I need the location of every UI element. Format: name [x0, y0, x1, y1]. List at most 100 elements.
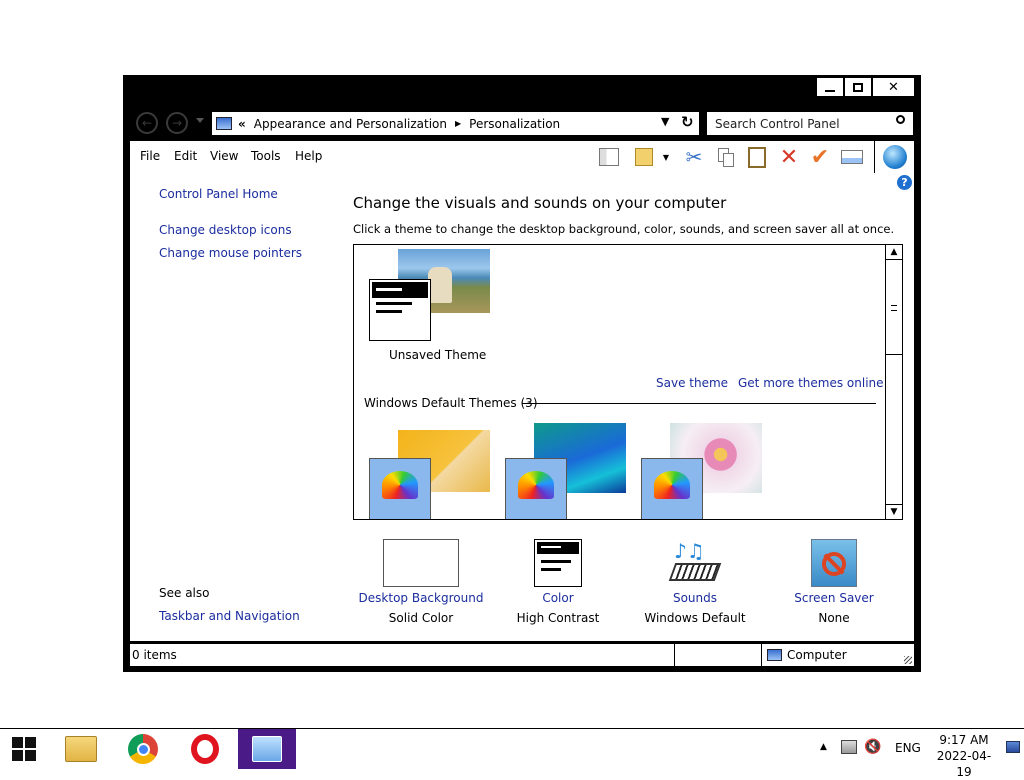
- page-title: Change the visuals and sounds on your co…: [353, 194, 727, 212]
- search-box[interactable]: Search Control Panel: [707, 112, 913, 135]
- maximize-button[interactable]: [844, 77, 872, 97]
- computer-icon: [767, 649, 782, 661]
- folder-options-dropdown[interactable]: ▼: [660, 146, 672, 168]
- change-desktop-icons-link[interactable]: Change desktop icons: [159, 223, 292, 237]
- desktop-background-item[interactable]: Desktop Background Solid Color: [351, 539, 491, 625]
- dog-figure: [428, 267, 452, 303]
- sounds-item[interactable]: ♪♫ Sounds Windows Default: [625, 539, 765, 625]
- scissors-icon: ✂: [685, 145, 703, 169]
- back-arrow-icon: ←: [141, 116, 153, 130]
- control-panel-icon: [252, 736, 282, 762]
- scroll-up-button[interactable]: ▲: [886, 245, 902, 260]
- network-icon[interactable]: [841, 740, 857, 754]
- scroll-thumb[interactable]: [886, 261, 902, 355]
- color-item[interactable]: Color High Contrast: [488, 539, 628, 625]
- properties-button[interactable]: ✔: [808, 144, 832, 170]
- taskbar-opera[interactable]: [176, 729, 234, 769]
- scroll-down-button[interactable]: ▼: [886, 504, 902, 519]
- globe-icon: [883, 145, 907, 169]
- breadcrumb-prefix[interactable]: «: [238, 117, 246, 131]
- help-icon[interactable]: ?: [897, 175, 912, 190]
- menu-bar: File Edit View Tools Help ▼ ✂ ✕ ✔: [130, 141, 914, 173]
- resize-grip-icon[interactable]: [904, 656, 912, 664]
- chevron-down-icon: ▼: [890, 507, 898, 517]
- screen-saver-item[interactable]: Screen Saver None: [764, 539, 904, 625]
- breadcrumb-appearance[interactable]: Appearance and Personalization: [254, 117, 447, 131]
- action-center-icon[interactable]: [1006, 741, 1020, 753]
- client-area: File Edit View Tools Help ▼ ✂ ✕ ✔ ? Cont…: [130, 141, 914, 641]
- layout-button[interactable]: [597, 146, 621, 168]
- status-divider: [761, 644, 762, 666]
- control-panel-home-link[interactable]: Control Panel Home: [159, 187, 278, 201]
- search-icon[interactable]: [896, 115, 905, 124]
- sounds-icon: ♪♫: [668, 539, 722, 587]
- back-button[interactable]: ←: [136, 112, 158, 134]
- navigation-bar: ← → « Appearance and Personalization ▶ P…: [123, 109, 921, 139]
- clock-date: 2022-04-19: [936, 749, 992, 779]
- rename-button[interactable]: [840, 146, 864, 168]
- clock[interactable]: 9:17 AM 2022-04-19: [930, 732, 998, 780]
- minimize-button[interactable]: [816, 77, 844, 97]
- themes-scrollbar[interactable]: ▲ ▼: [885, 245, 902, 519]
- taskbar-file-explorer[interactable]: [52, 729, 110, 769]
- taskbar-control-panel[interactable]: [238, 729, 296, 769]
- save-theme-link[interactable]: Save theme: [656, 376, 728, 390]
- start-button[interactable]: [0, 729, 48, 769]
- group-divider: [522, 403, 876, 404]
- clock-time: 9:17 AM: [939, 733, 989, 747]
- change-mouse-pointers-link[interactable]: Change mouse pointers: [159, 246, 302, 260]
- recent-pages-icon[interactable]: [196, 118, 204, 123]
- address-bar[interactable]: « Appearance and Personalization ▶ Perso…: [212, 112, 699, 135]
- refresh-icon[interactable]: ↻: [681, 113, 694, 131]
- rename-icon: [841, 150, 863, 164]
- theme-flowers-tile[interactable]: [640, 423, 764, 519]
- screen-saver-link[interactable]: Screen Saver: [764, 591, 904, 605]
- desktop-background-link[interactable]: Desktop Background: [351, 591, 491, 605]
- menu-help[interactable]: Help: [295, 149, 322, 163]
- theme-windows-tile[interactable]: [368, 430, 492, 519]
- paste-icon: [748, 146, 766, 168]
- show-hidden-icons-icon[interactable]: ▲: [820, 742, 827, 752]
- status-bar: 0 items Computer: [130, 644, 914, 666]
- forward-button[interactable]: →: [166, 112, 188, 134]
- breadcrumb-personalization[interactable]: Personalization: [469, 117, 560, 131]
- chevron-down-icon: ▼: [662, 152, 670, 162]
- screen-saver-icon: [811, 539, 857, 587]
- layout-icon: [599, 148, 619, 166]
- shell-button[interactable]: [881, 143, 909, 171]
- cut-button[interactable]: ✂: [682, 145, 706, 169]
- checkmark-icon: ✔: [810, 144, 830, 170]
- taskbar-chrome[interactable]: [114, 729, 172, 769]
- forward-arrow-icon: →: [171, 116, 183, 130]
- folder-options-button[interactable]: [632, 146, 656, 168]
- unsaved-theme-label[interactable]: Unsaved Theme: [389, 348, 486, 362]
- theme-lines-tile[interactable]: [504, 423, 628, 519]
- see-also-label: See also: [159, 586, 210, 600]
- folder-options-icon: [635, 148, 653, 166]
- sounds-value: Windows Default: [644, 611, 746, 625]
- sounds-link[interactable]: Sounds: [625, 591, 765, 605]
- delete-button[interactable]: ✕: [777, 145, 801, 170]
- menu-edit[interactable]: Edit: [174, 149, 197, 163]
- taskbar-navigation-link[interactable]: Taskbar and Navigation: [159, 609, 300, 623]
- menu-file[interactable]: File: [140, 149, 160, 163]
- chrome-icon: [128, 734, 158, 764]
- close-button[interactable]: ✕: [872, 77, 915, 97]
- minimize-icon: [825, 90, 835, 92]
- copy-button[interactable]: [714, 146, 738, 168]
- get-more-themes-link[interactable]: Get more themes online: [738, 376, 884, 390]
- unsaved-theme-tile[interactable]: [368, 249, 492, 344]
- address-dropdown-icon[interactable]: ▼: [661, 115, 669, 128]
- search-input[interactable]: Search Control Panel: [715, 117, 840, 131]
- themes-list: Unsaved Theme Save theme Get more themes…: [353, 244, 903, 520]
- color-link[interactable]: Color: [488, 591, 628, 605]
- paste-button[interactable]: [745, 146, 769, 168]
- language-indicator[interactable]: ENG: [895, 741, 921, 755]
- menu-view[interactable]: View: [210, 149, 238, 163]
- windows-logo-icon: [12, 737, 36, 761]
- volume-muted-icon[interactable]: 🔇: [864, 739, 881, 755]
- opera-icon: [191, 734, 219, 764]
- menu-tools[interactable]: Tools: [251, 149, 281, 163]
- item-count: 0 items: [132, 648, 177, 662]
- computer-icon: [216, 117, 232, 130]
